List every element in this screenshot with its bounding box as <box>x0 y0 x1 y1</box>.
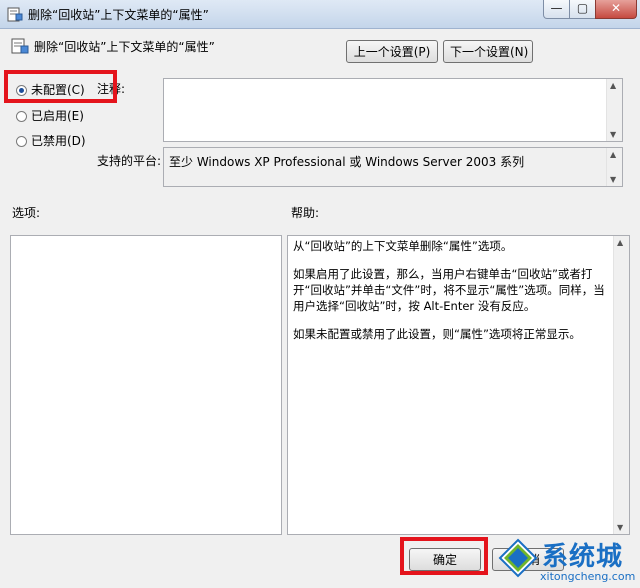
radio-disabled[interactable]: 已禁用(D) <box>16 132 86 149</box>
watermark-logo-icon <box>498 538 538 578</box>
platform-scrollbar[interactable]: ▲ ▼ <box>606 148 622 186</box>
help-paragraph: 从“回收站”的上下文菜单删除“属性”选项。 <box>293 239 513 253</box>
policy-icon <box>7 7 23 22</box>
help-scrollbar[interactable]: ▲ ▼ <box>613 236 629 534</box>
watermark: 系统城 xitongcheng.com <box>496 534 636 584</box>
help-pane: 从“回收站”的上下文菜单删除“属性”选项。 如果启用了此设置，那么，当用户右键单… <box>287 235 630 535</box>
maximize-icon: ▢ <box>576 1 589 15</box>
highlight-box-radio <box>4 70 117 103</box>
scroll-down-icon[interactable]: ▼ <box>617 523 623 532</box>
platform-value: 至少 Windows XP Professional 或 Windows Ser… <box>169 155 525 169</box>
radio-label: 已禁用(D) <box>31 134 86 148</box>
watermark-brand: 系统城 <box>542 542 624 572</box>
options-pane <box>10 235 282 535</box>
maximize-button[interactable]: ▢ <box>569 0 596 19</box>
watermark-url: xitongcheng.com <box>540 570 636 583</box>
scroll-up-icon[interactable]: ▲ <box>610 81 616 90</box>
close-button[interactable]: ✕ <box>595 0 637 19</box>
scroll-up-icon[interactable]: ▲ <box>617 238 623 247</box>
title-bar: 删除“回收站”上下文菜单的“属性” — ▢ ✕ <box>0 0 640 29</box>
highlight-box-ok <box>400 537 488 575</box>
scroll-down-icon[interactable]: ▼ <box>610 130 616 139</box>
minimize-button[interactable]: — <box>543 0 570 19</box>
close-icon: ✕ <box>610 1 622 15</box>
radio-label: 已启用(E) <box>31 109 84 123</box>
help-label: 帮助: <box>291 206 320 220</box>
help-paragraph: 如果启用了此设置，那么，当用户右键单击“回收站”或者打开“回收站”并单击“文件”… <box>293 267 605 313</box>
policy-title: 删除“回收站”上下文菜单的“属性” <box>34 40 215 54</box>
radio-enabled[interactable]: 已启用(E) <box>16 107 84 124</box>
minimize-icon: — <box>550 1 563 15</box>
policy-setting-icon <box>11 38 29 54</box>
radio-unselected-icon <box>16 111 27 122</box>
window-title: 删除“回收站”上下文菜单的“属性” <box>28 8 209 22</box>
scroll-up-icon[interactable]: ▲ <box>610 150 616 159</box>
comment-textarea[interactable]: ▲ ▼ <box>163 78 623 142</box>
platform-field: 至少 Windows XP Professional 或 Windows Ser… <box>163 147 623 187</box>
previous-setting-button[interactable]: 上一个设置(P) <box>346 40 438 63</box>
help-paragraph: 如果未配置或禁用了此设置，则“属性”选项将正常显示。 <box>293 327 581 341</box>
scroll-down-icon[interactable]: ▼ <box>610 175 616 184</box>
next-setting-button[interactable]: 下一个设置(N) <box>443 40 533 63</box>
help-text: 从“回收站”的上下文菜单删除“属性”选项。 如果启用了此设置，那么，当用户右键单… <box>293 238 608 354</box>
radio-unselected-icon <box>16 136 27 147</box>
options-label: 选项: <box>12 206 41 220</box>
comment-scrollbar[interactable]: ▲ ▼ <box>606 79 622 141</box>
platform-label: 支持的平台: <box>97 154 162 168</box>
